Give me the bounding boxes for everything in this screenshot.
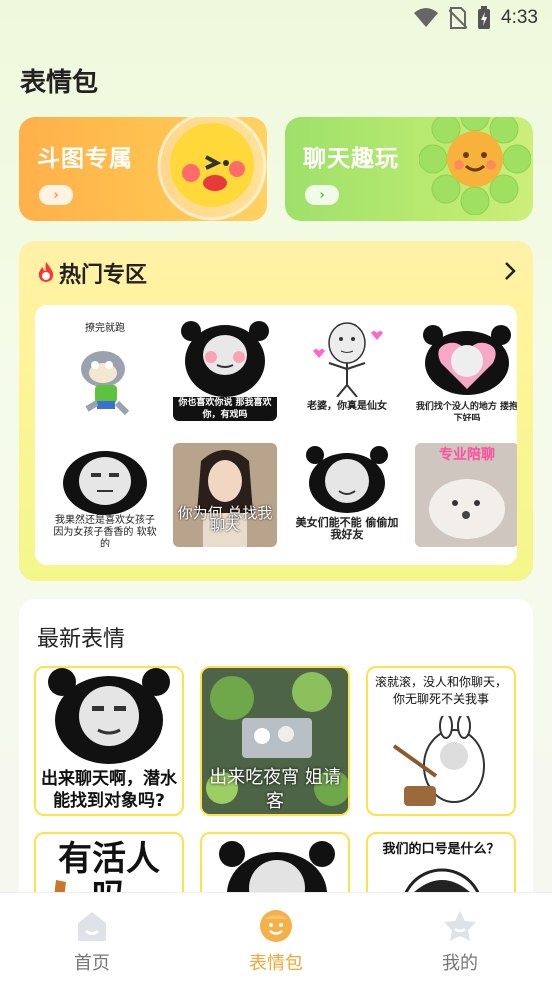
panda-meme-icon [63,451,147,515]
sticker-caption: 你也喜欢你说 那我喜欢你，有戏吗 [173,397,277,421]
fire-icon [38,262,54,282]
panda-meme-icon [48,668,170,764]
stick-figure-meme-icon [313,322,383,397]
card-caption: 我们的口号是什么？ [382,842,500,857]
battery-charging-icon [478,6,491,29]
chevron-right-icon: › [53,187,59,203]
wink-emoji-icon [157,117,267,221]
tab-label: 表情包 [249,953,303,974]
card-caption: 出来吃夜宵 姐请客 [209,767,341,812]
hot-sticker-grid: 撩完就跑 你也喜欢你说 那我喜欢你，有戏吗 老婆，你真是仙女 我们找个没人的地方… [35,305,517,565]
cat-character-icon [81,351,130,416]
panda-meme-icon [181,321,269,397]
latest-section: 最新表情 出来聊天啊，潜水 能找到对象吗? 出来吃夜宵 姐请客 滚就滚，没人和你… [19,599,533,929]
panda-heart-meme-icon [423,325,511,395]
page-title: 表情包 [20,68,99,98]
tab-label: 首页 [74,953,110,974]
card-caption: 出来聊天啊，潜水 能找到对象吗? [41,769,177,811]
tab-home[interactable]: 首页 [0,893,184,983]
latest-card[interactable]: 滚就滚，没人和你聊天， 你无聊死不关我事 [366,666,516,816]
promo-arrow-button[interactable]: › [305,185,339,205]
home-icon [78,912,106,941]
promo-card-chat-fun[interactable]: 聊天趣玩 › [285,117,533,221]
latest-card[interactable]: 出来聊天啊，潜水 能找到对象吗? [34,666,184,816]
flower-emoji-icon [419,117,531,215]
hot-sticker[interactable]: 美女们能不能 偷偷加我好友 [295,443,399,547]
card-caption: 滚就滚，没人和你聊天， 你无聊死不关我事 [374,675,507,706]
sticker-caption: 你为何 总找我聊天 [177,504,273,534]
hot-sticker[interactable]: 你也喜欢你说 那我喜欢你，有戏吗 [173,317,277,421]
smile-face-icon [260,910,292,942]
promo-card-doutu[interactable]: 斗图专属 › [19,117,267,221]
tab-emoji[interactable]: 表情包 [184,893,368,983]
status-icons: 4:33 [413,6,538,30]
tab-mine[interactable]: 我的 [368,893,552,983]
promo-title: 聊天趣玩 [303,146,399,172]
sticker-caption: 我果然还是喜欢女孩子 因为女孩子香香的 软软的 [53,515,157,547]
latest-section-title: 最新表情 [37,627,126,652]
hot-sticker[interactable]: 我们找个没人的地方 搂抱下好吗 [415,317,517,421]
bottom-tab-bar: 首页 表情包 我的 [0,892,552,983]
sticker-caption: 美女们能不能 偷偷加我好友 [295,516,399,541]
hot-sticker[interactable]: 我果然还是喜欢女孩子 因为女孩子香香的 软软的 [53,443,157,547]
latest-card[interactable]: 出来吃夜宵 姐请客 [200,666,350,816]
sticker-caption: 我们找个没人的地方 搂抱下好吗 [415,402,517,421]
hot-sticker[interactable]: 你为何 总找我聊天 [173,443,277,547]
sticker-caption: 专业陪聊 [439,447,495,463]
chevron-right-icon: › [319,187,325,203]
status-bar: 4:33 [0,0,552,40]
rabbit-meme-icon [392,716,485,806]
hot-sticker[interactable]: 老婆，你真是仙女 [295,317,399,421]
status-time: 4:33 [501,7,538,28]
chevron-right-icon[interactable] [501,260,519,282]
promo-title: 斗图专属 [37,146,133,172]
wifi-icon [414,8,439,27]
hot-sticker[interactable]: 专业陪聊 [415,443,517,547]
tab-label: 我的 [442,953,478,974]
star-icon [444,911,476,941]
hot-section: 热门专区 撩完就跑 你也喜欢你说 那我喜欢你，有戏吗 老婆，你真是仙女 我们找个… [19,241,533,581]
hot-sticker[interactable]: 撩完就跑 [53,317,157,421]
sticker-caption: 老婆，你真是仙女 [307,401,387,412]
panda-meme-icon [306,446,388,513]
hot-section-title: 热门专区 [59,263,148,288]
no-sim-icon [449,7,468,29]
sticker-caption: 撩完就跑 [85,323,125,334]
promo-arrow-button[interactable]: › [39,185,73,205]
